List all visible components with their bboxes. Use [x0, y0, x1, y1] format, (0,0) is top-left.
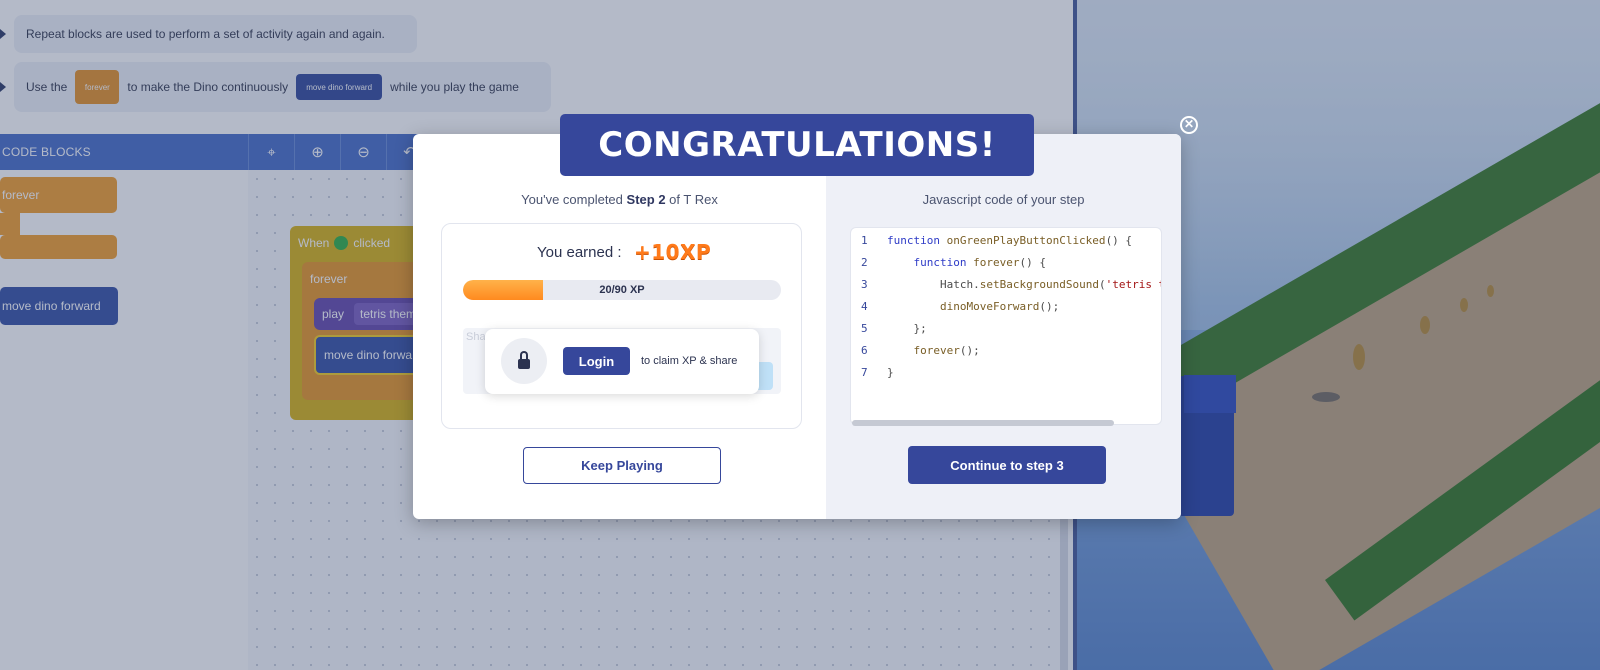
- completed-prefix: You've completed: [521, 192, 623, 207]
- code-token: () {: [1019, 256, 1046, 269]
- line-number: 6: [861, 344, 868, 357]
- line-number: 7: [861, 366, 868, 379]
- claim-text: to claim XP & share: [641, 355, 738, 367]
- code-token: function: [887, 234, 947, 247]
- xp-badge: +10XP: [634, 240, 712, 264]
- code-token: forever: [973, 256, 1020, 269]
- code-token: setBackgroundSound: [979, 278, 1099, 291]
- completed-step: Step 2: [626, 192, 666, 207]
- xp-progress-text: 20/90 XP: [599, 284, 645, 296]
- code-line: 7}: [851, 362, 1161, 384]
- code-line: 3 Hatch.setBackgroundSound('tetris t: [851, 274, 1162, 296]
- line-number: 4: [861, 300, 868, 313]
- code-line: 5 };: [851, 318, 1161, 340]
- close-icon[interactable]: ✕: [1180, 116, 1198, 134]
- line-number: 1: [861, 234, 868, 247]
- line-number: 5: [861, 322, 868, 335]
- code-token: Hatch.: [939, 278, 980, 291]
- code-token: }: [887, 366, 894, 379]
- code-token: () {: [1105, 234, 1133, 247]
- code-scrollbar[interactable]: [852, 420, 1114, 426]
- code-line: 6 forever();: [851, 340, 1161, 362]
- code-token: (: [1098, 278, 1106, 291]
- continue-button[interactable]: Continue to step 3: [908, 446, 1106, 484]
- code-token: };: [913, 322, 927, 335]
- line-number: 3: [861, 278, 868, 291]
- code-line: 1 function onGreenPlayButtonClicked() {: [851, 230, 1161, 252]
- line-number: 2: [861, 256, 868, 269]
- code-title: Javascript code of your step: [922, 192, 1085, 207]
- code-token: forever: [913, 344, 960, 357]
- completed-suffix: of T Rex: [669, 192, 718, 207]
- code-token: 'tetris t: [1105, 278, 1162, 291]
- code-token: onGreenPlayButtonClicked: [946, 234, 1106, 247]
- share-label: Sha: [466, 331, 486, 343]
- congrats-banner: CONGRATULATIONS!: [560, 114, 1034, 176]
- code-viewer[interactable]: 1 function onGreenPlayButtonClicked() {2 …: [850, 227, 1162, 425]
- keep-playing-button[interactable]: Keep Playing: [523, 447, 721, 484]
- earned-label: You earned :: [537, 244, 622, 261]
- code-token: ();: [959, 344, 980, 357]
- completed-text: You've completed Step 2 of T Rex: [413, 192, 826, 207]
- code-token: dinoMoveForward: [939, 300, 1040, 313]
- login-button[interactable]: Login: [563, 347, 630, 375]
- code-token: ();: [1039, 300, 1060, 313]
- code-token: function: [913, 256, 974, 269]
- code-line: 2 function forever() {: [851, 252, 1161, 274]
- lock-icon: [501, 338, 547, 384]
- code-line: 4 dinoMoveForward();: [851, 296, 1161, 318]
